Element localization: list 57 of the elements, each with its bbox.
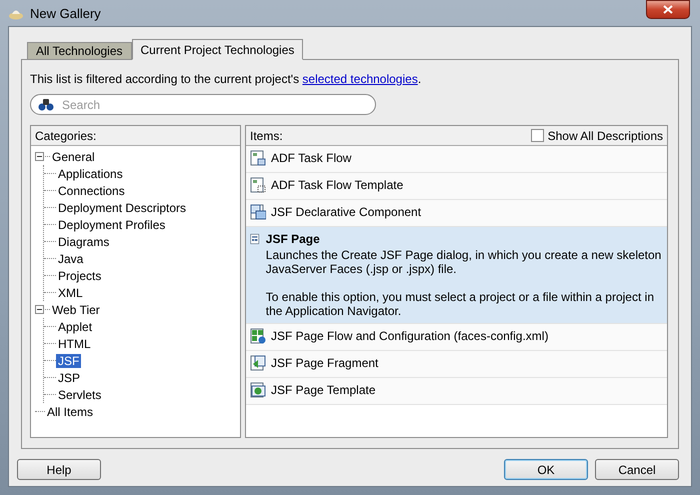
selected-technologies-link[interactable]: selected technologies [302,72,418,86]
item-title: ADF Task Flow [271,150,352,167]
page-icon [250,231,261,247]
tree-item[interactable]: Servlets [56,388,104,402]
tree-item[interactable]: Deployment Descriptors [56,200,188,214]
items-label: Items: [250,128,283,142]
item-title: JSF Page Fragment [271,355,378,372]
gallery-item[interactable]: JSF Declarative Component [246,200,667,227]
page-icon [250,204,266,220]
close-icon [663,5,673,14]
binoculars-icon [38,98,54,111]
tab[interactable]: Current Project Technologies [132,39,304,60]
diagram-icon [250,328,266,344]
dialog-button[interactable]: Cancel [595,459,679,480]
tree-item[interactable]: Applications [56,166,125,180]
tree-item[interactable]: JSP [56,370,82,384]
page-icon [250,150,266,166]
tree-item[interactable]: JSF [56,354,82,368]
gallery-item[interactable]: ADF Task Flow Template [246,173,667,200]
gallery-item[interactable]: JSF Page Fragment [246,351,667,378]
item-title: ADF Task Flow Template [271,177,404,194]
window-title: New Gallery [30,6,101,20]
gallery-item[interactable] [246,227,667,324]
tree-item[interactable]: Java [56,252,86,266]
page-icon [250,382,266,398]
tree-item[interactable]: HTML [56,336,93,350]
tree-item[interactable]: General [50,150,97,164]
item-title: JSF Declarative Component [271,204,422,221]
dialog-button[interactable]: OK [504,459,588,480]
page-icon [250,355,266,371]
item-description: To enable this option, you must select a project or a file within a project in the Application Navigator. [266,290,655,318]
collapse-toggle[interactable] [35,152,44,161]
item-title: JSF Page Flow and Configuration (faces-config.xml) [271,328,548,345]
tree-item[interactable]: Projects [56,268,104,282]
filter-note: This list is filtered according to the current project's selected technologies. [30,72,422,86]
tree-item[interactable]: Diagrams [56,234,112,248]
tree-item[interactable]: Deployment Profiles [56,218,168,232]
close-button[interactable] [646,0,690,19]
tree-item[interactable]: Applet [56,320,94,334]
item-title: JSF Page [266,231,321,248]
search-field[interactable]: Search [30,94,376,115]
page-icon [250,177,266,193]
gallery-item[interactable]: JSF Page Flow and Configuration (faces-config.xml) [246,324,667,351]
tree-item[interactable]: Connections [56,184,127,198]
categories-label: Categories: [35,128,96,142]
tree-item[interactable]: All Items [45,404,96,418]
tree-item[interactable]: XML [56,286,85,300]
help-button[interactable]: Help [17,459,101,480]
tab[interactable]: All Technologies [27,42,132,60]
item-title: JSF Page Template [271,382,376,399]
gallery-item[interactable]: ADF Task Flow [246,146,667,173]
gallery-item[interactable]: JSF Page Template [246,378,667,405]
tree-item[interactable]: Web Tier [50,302,102,316]
checkbox[interactable] [530,129,544,142]
checkbox-label: Show All Descriptions [548,128,663,142]
collapse-toggle[interactable] [35,305,44,314]
item-description: Launches the Create JSF Page dialog, in which you create a new skeleton JavaServer Faces (.jsp or .jspx) file. [266,248,662,276]
